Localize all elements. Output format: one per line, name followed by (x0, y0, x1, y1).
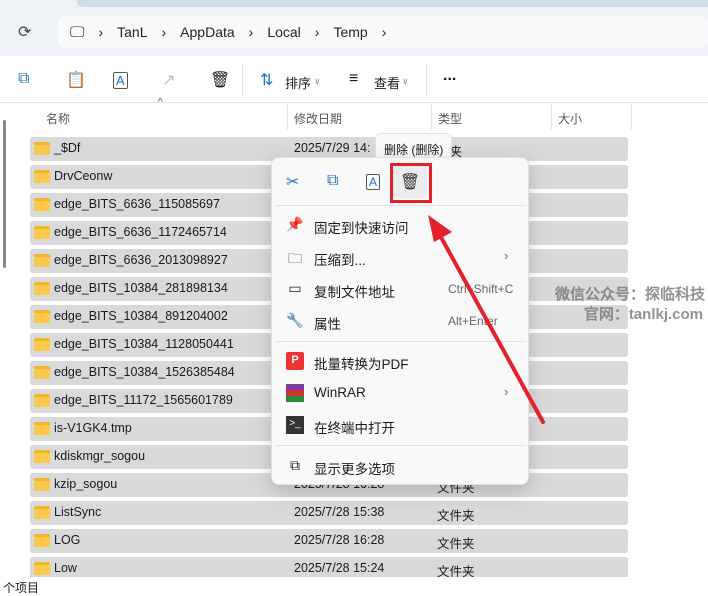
watermark-line1: 微信公众号：探临科技 (554, 286, 705, 303)
watermark-line2: 官网：tanlkj.com (583, 306, 703, 323)
